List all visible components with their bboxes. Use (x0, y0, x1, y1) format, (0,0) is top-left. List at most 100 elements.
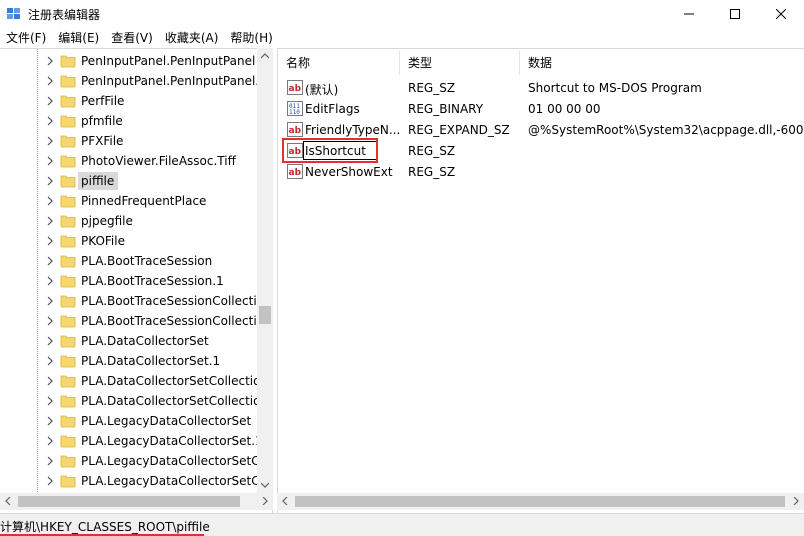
tree-item[interactable]: pfmfile (0, 111, 257, 131)
list-horizontal-scrollbar[interactable] (277, 493, 804, 510)
tree-item[interactable]: PLA.LegacyDataCollectorSet.1 (0, 431, 263, 451)
chevron-right-icon[interactable] (44, 435, 56, 447)
menu-favorites[interactable]: 收藏夹(A) (159, 28, 225, 48)
menu-view[interactable]: 查看(V) (105, 28, 159, 48)
window-title: 注册表编辑器 (28, 8, 101, 22)
chevron-right-icon[interactable] (44, 395, 56, 407)
menu-file[interactable]: 文件(F) (0, 28, 52, 48)
status-path: 计算机\HKEY_CLASSES_ROOT\piffile (0, 520, 210, 534)
tree-item[interactable]: PLA.BootTraceSessionCollectic (0, 311, 263, 331)
minimize-icon (684, 13, 694, 15)
tree-item[interactable]: PinnedFrequentPlace (0, 191, 257, 211)
binary-value-icon: 011110 (287, 101, 303, 116)
value-data: Shortcut to MS-DOS Program (528, 81, 702, 95)
chevron-right-icon[interactable] (44, 275, 56, 287)
maximize-icon (730, 9, 740, 19)
tree-vscroll-thumb[interactable] (259, 306, 271, 324)
chevron-right-icon[interactable] (44, 295, 56, 307)
chevron-right-icon[interactable] (44, 115, 56, 127)
folder-icon (60, 455, 76, 468)
menu-bar: 文件(F) 编辑(E) 查看(V) 收藏夹(A) 帮助(H) (0, 28, 804, 48)
chevron-right-icon (262, 497, 268, 505)
chevron-right-icon[interactable] (44, 475, 56, 487)
tree-item[interactable]: PenInputPanel.PenInputPanel.1 (0, 71, 267, 91)
chevron-right-icon[interactable] (44, 95, 56, 107)
value-row[interactable]: ab NeverShowExt REG_SZ (278, 161, 804, 182)
scroll-left-button[interactable] (277, 493, 293, 509)
chevron-right-icon[interactable] (44, 255, 56, 267)
value-row[interactable]: ab FriendlyTypeN... REG_EXPAND_SZ @%SystemR… (278, 119, 804, 140)
chevron-right-icon[interactable] (44, 75, 56, 87)
value-type: REG_EXPAND_SZ (408, 123, 510, 137)
tree-item[interactable]: PLA.BootTraceSession (0, 251, 257, 271)
scroll-left-button[interactable] (0, 493, 16, 509)
chevron-right-icon[interactable] (44, 455, 56, 467)
tree-hscroll-thumb[interactable] (18, 496, 240, 507)
tree-vertical-scrollbar[interactable] (257, 48, 273, 493)
chevron-right-icon[interactable] (44, 135, 56, 147)
tree-item-label: pjpegfile (81, 214, 133, 228)
chevron-right-icon[interactable] (44, 355, 56, 367)
tree-item[interactable]: PLA.BootTraceSession.1 (0, 271, 257, 291)
tree-item[interactable]: PLA.LegacyDataCollectorSet (0, 411, 257, 431)
folder-icon (60, 415, 76, 428)
chevron-right-icon[interactable] (44, 195, 56, 207)
values-list-pane[interactable]: 名称 类型 数据 ab (默认) REG_SZ Shortcut to MS-DOS … (277, 48, 804, 513)
chevron-left-icon (5, 497, 11, 505)
tree-item-label: PhotoViewer.FileAssoc.Tiff (81, 154, 236, 168)
tree-item[interactable]: PLA.DataCollectorSet.1 (0, 351, 257, 371)
value-row[interactable]: ab (默认) REG_SZ Shortcut to MS-DOS Program (278, 77, 804, 98)
list-hscroll-thumb[interactable] (295, 496, 785, 507)
chevron-right-icon[interactable] (44, 235, 56, 247)
chevron-right-icon[interactable] (44, 375, 56, 387)
tree-item[interactable]: PKOFile (0, 231, 257, 251)
tree-item[interactable]: PLA.DataCollectorSet (0, 331, 257, 351)
scroll-up-button[interactable] (257, 48, 273, 64)
chevron-right-icon[interactable] (44, 335, 56, 347)
chevron-right-icon[interactable] (44, 155, 56, 167)
registry-editor-icon (7, 8, 20, 19)
tree-item-label: PLA.LegacyDataCollectorSet (81, 414, 252, 428)
tree-item[interactable]: piffile (0, 171, 257, 191)
key-tree-pane[interactable]: PenInputPanel.PenInputPanel PenInputPanel… (0, 48, 273, 513)
value-name: FriendlyTypeN... (305, 123, 401, 137)
folder-icon (60, 395, 76, 408)
tree-item[interactable]: PLA.DataCollectorSetCollection (0, 391, 268, 411)
menu-help[interactable]: 帮助(H) (224, 28, 278, 48)
folder-icon (60, 235, 76, 248)
maximize-button[interactable] (712, 0, 758, 28)
chevron-right-icon[interactable] (44, 415, 56, 427)
scroll-down-button[interactable] (257, 477, 273, 493)
value-data: @%SystemRoot%\System32\acppage.dll,-6005 (528, 123, 804, 137)
value-row[interactable]: ab IsShortcut REG_SZ (278, 138, 804, 163)
tree-item-label: PLA.LegacyDataCollectorSetCc (81, 474, 267, 488)
tree-item[interactable]: pjpegfile (0, 211, 257, 231)
close-button[interactable] (758, 0, 804, 28)
column-header-data[interactable]: 数据 (520, 51, 804, 75)
minimize-button[interactable] (666, 0, 712, 28)
scroll-right-button[interactable] (788, 493, 804, 509)
scroll-right-button[interactable] (257, 493, 273, 509)
value-row[interactable]: 011 110 EditFlags REG_BINARY 01 00 00 00 (278, 98, 804, 119)
chevron-right-icon[interactable] (44, 175, 56, 187)
tree-item[interactable]: PFXFile (0, 131, 257, 151)
tree-item[interactable]: PLA.LegacyDataCollectorSetCc (0, 471, 266, 491)
folder-icon (60, 95, 76, 108)
menu-edit[interactable]: 编辑(E) (52, 28, 105, 48)
tree-item[interactable]: PLA.DataCollectorSetCollection (0, 371, 268, 391)
tree-item[interactable]: PLA.LegacyDataCollectorSetCc (0, 451, 266, 471)
folder-icon (60, 295, 76, 308)
chevron-right-icon[interactable] (44, 215, 56, 227)
chevron-right-icon[interactable] (44, 315, 56, 327)
tree-item-label: PFXFile (81, 134, 124, 148)
chevron-right-icon[interactable] (44, 55, 56, 67)
folder-icon (60, 255, 76, 268)
tree-item[interactable]: PLA.BootTraceSessionCollectic (0, 291, 263, 311)
title-bar: 注册表编辑器 (0, 0, 804, 28)
tree-item[interactable]: PenInputPanel.PenInputPanel (0, 51, 257, 71)
tree-horizontal-scrollbar[interactable] (0, 493, 273, 510)
column-header-name[interactable]: 名称 (278, 51, 400, 75)
column-header-type[interactable]: 类型 (400, 51, 520, 75)
tree-item[interactable]: PerfFile (0, 91, 257, 111)
tree-item[interactable]: PhotoViewer.FileAssoc.Tiff (0, 151, 257, 171)
